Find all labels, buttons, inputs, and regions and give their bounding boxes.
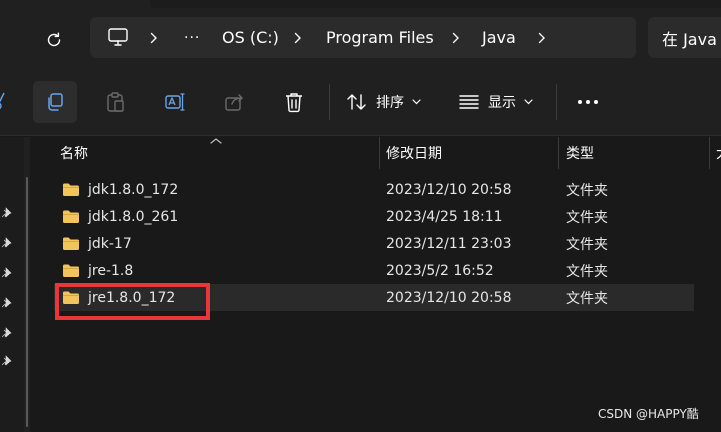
file-type: 文件夹: [566, 263, 608, 280]
copy-button[interactable]: [33, 81, 77, 123]
file-name: jdk1.8.0_172: [88, 181, 179, 198]
rename-button[interactable]: [153, 81, 197, 123]
file-type: 文件夹: [566, 236, 608, 253]
file-type: 文件夹: [566, 209, 608, 226]
column-header-date[interactable]: 修改日期: [386, 137, 442, 169]
sort-label: 排序: [376, 95, 404, 111]
column-divider[interactable]: [379, 137, 380, 169]
chevron-right-icon[interactable]: [452, 17, 460, 58]
search-input[interactable]: 在 Java: [648, 17, 721, 58]
folder-icon: [63, 237, 79, 250]
file-date: 2023/5/2 16:52: [386, 262, 494, 279]
file-name: jre-1.8: [88, 262, 134, 279]
computer-icon: [108, 28, 128, 46]
rename-icon: [165, 93, 185, 111]
copy-icon: [48, 93, 63, 111]
view-icon: [459, 95, 479, 109]
paste-icon: [107, 92, 124, 112]
sort-ascending-icon: [210, 138, 222, 144]
paste-button[interactable]: [93, 81, 137, 123]
file-date: 2023/12/11 23:03: [386, 235, 512, 252]
share-icon: [225, 94, 243, 111]
sort-button[interactable]: 排序: [346, 81, 421, 123]
more-icon: [578, 100, 598, 104]
navigation-pane[interactable]: [0, 137, 24, 432]
pin-icon[interactable]: [0, 267, 12, 279]
table-row[interactable]: jdk1.8.0_261 2023/4/25 18:11 文件夹: [54, 203, 694, 230]
sort-icon: [347, 94, 366, 110]
pin-icon[interactable]: [0, 207, 12, 219]
file-date: 2023/4/25 18:11: [386, 208, 503, 225]
pin-icon[interactable]: [0, 297, 12, 309]
table-row[interactable]: jre-1.8 2023/5/2 16:52 文件夹: [54, 257, 694, 284]
breadcrumb-program-files[interactable]: Program Files: [326, 17, 434, 58]
column-header-size[interactable]: 大: [716, 137, 721, 169]
watermark: CSDN @HAPPY酷: [598, 407, 699, 421]
delete-button[interactable]: [272, 81, 316, 123]
chevron-right-icon[interactable]: [294, 17, 302, 58]
folder-icon: [63, 210, 79, 223]
file-name: jdk1.8.0_261: [88, 208, 179, 225]
breadcrumb-overflow[interactable]: ···: [184, 17, 200, 58]
folder-icon: [63, 183, 79, 196]
table-row[interactable]: jdk-17 2023/12/11 23:03 文件夹: [54, 230, 694, 257]
file-name: jdk-17: [88, 235, 132, 252]
refresh-button[interactable]: [38, 24, 70, 56]
pin-icon[interactable]: [0, 355, 12, 367]
toolbar-divider: [556, 84, 557, 120]
column-header-type[interactable]: 类型: [566, 137, 594, 169]
file-date: 2023/12/10 20:58: [386, 289, 512, 306]
pin-icon[interactable]: [0, 327, 12, 339]
column-divider[interactable]: [558, 137, 559, 169]
title-strip: [0, 0, 721, 8]
breadcrumb-os-c[interactable]: OS (C:): [222, 17, 279, 58]
toolbar-divider: [329, 84, 330, 120]
trash-icon: [286, 93, 302, 113]
cut-icon[interactable]: [0, 90, 6, 112]
file-type: 文件夹: [566, 182, 608, 199]
address-bar[interactable]: ··· OS (C:) Program Files Java: [90, 17, 636, 58]
pin-icon[interactable]: [0, 237, 12, 249]
annotation-highlight-box: [55, 283, 210, 320]
column-header-name[interactable]: 名称: [60, 137, 88, 169]
file-type: 文件夹: [566, 290, 608, 307]
table-row[interactable]: jdk1.8.0_172 2023/12/10 20:58 文件夹: [54, 176, 694, 203]
breadcrumb-java[interactable]: Java: [482, 17, 516, 58]
address-row: ··· OS (C:) Program Files Java 在 Java: [0, 8, 721, 68]
chevron-down-icon: [524, 99, 533, 105]
more-button[interactable]: [566, 81, 610, 123]
chevron-right-icon[interactable]: [538, 17, 546, 58]
refresh-icon: [47, 32, 61, 47]
view-button[interactable]: 显示: [458, 81, 533, 123]
folder-icon: [63, 264, 79, 277]
column-divider[interactable]: [709, 137, 710, 169]
chevron-down-icon: [412, 99, 421, 105]
command-bar: 排序 显示: [0, 68, 721, 136]
file-date: 2023/12/10 20:58: [386, 181, 512, 198]
view-label: 显示: [488, 95, 516, 111]
share-button[interactable]: [213, 81, 257, 123]
chevron-right-icon[interactable]: [150, 17, 158, 58]
